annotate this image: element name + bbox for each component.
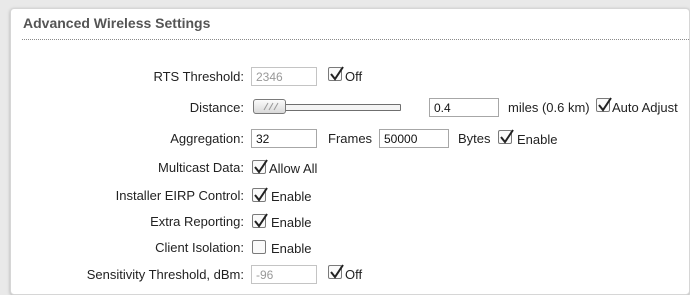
auto-adjust-checkbox[interactable]: [596, 97, 612, 112]
aggregation-enable-label: Enable: [517, 132, 558, 147]
extra-reporting-enable-label: Enable: [271, 215, 312, 230]
multicast-label: Multicast Data:: [158, 160, 244, 175]
sensitivity-off-checkbox[interactable]: [328, 264, 344, 279]
distance-slider-handle[interactable]: [253, 99, 286, 114]
frames-label: Frames: [328, 131, 373, 146]
installer-eirp-checkbox[interactable]: [252, 187, 268, 202]
installer-eirp-label: Installer EIRP Control:: [115, 188, 244, 203]
auto-adjust-label: Auto Adjust: [612, 100, 678, 115]
rts-off-checkbox[interactable]: [328, 66, 344, 81]
checkmark-icon: [500, 129, 514, 144]
sensitivity-label: Sensitivity Threshold, dBm:: [86, 267, 244, 282]
distance-input[interactable]: 0.4: [429, 98, 499, 117]
extra-reporting-checkbox[interactable]: [252, 213, 268, 228]
aggregation-label: Aggregation:: [170, 131, 244, 146]
aggregation-bytes-input[interactable]: 50000: [379, 129, 449, 148]
sensitivity-off-label: Off: [345, 267, 363, 282]
aggregation-enable-checkbox[interactable]: [498, 129, 514, 144]
extra-reporting-label: Extra Reporting:: [150, 214, 244, 229]
client-isolation-label: Client Isolation:: [155, 240, 244, 255]
advanced-wireless-settings-panel: Advanced Wireless Settings RTS Threshold…: [10, 8, 690, 295]
multicast-checkbox[interactable]: [252, 159, 268, 174]
sensitivity-input[interactable]: -96: [251, 265, 317, 284]
rts-threshold-input[interactable]: 2346: [251, 67, 317, 86]
multicast-allow-all-label: Allow All: [269, 161, 318, 176]
distance-label: Distance:: [189, 100, 244, 115]
checkmark-icon: [330, 264, 344, 279]
section-title: Advanced Wireless Settings: [23, 15, 211, 31]
bytes-label: Bytes: [458, 131, 491, 146]
checkmark-icon: [254, 187, 268, 202]
rts-off-label: Off: [345, 69, 363, 84]
title-divider: [22, 39, 689, 40]
checkmark-icon: [330, 66, 344, 81]
distance-unit-label: miles (0.6 km): [508, 100, 590, 115]
rts-threshold-label: RTS Threshold:: [153, 69, 244, 84]
aggregation-frames-input[interactable]: 32: [251, 129, 317, 148]
grip-icon: [263, 102, 279, 111]
checkmark-icon: [254, 159, 268, 174]
client-isolation-checkbox[interactable]: [252, 240, 266, 254]
client-isolation-enable-label: Enable: [271, 241, 312, 256]
installer-eirp-enable-label: Enable: [271, 189, 312, 204]
checkmark-icon: [254, 213, 268, 228]
